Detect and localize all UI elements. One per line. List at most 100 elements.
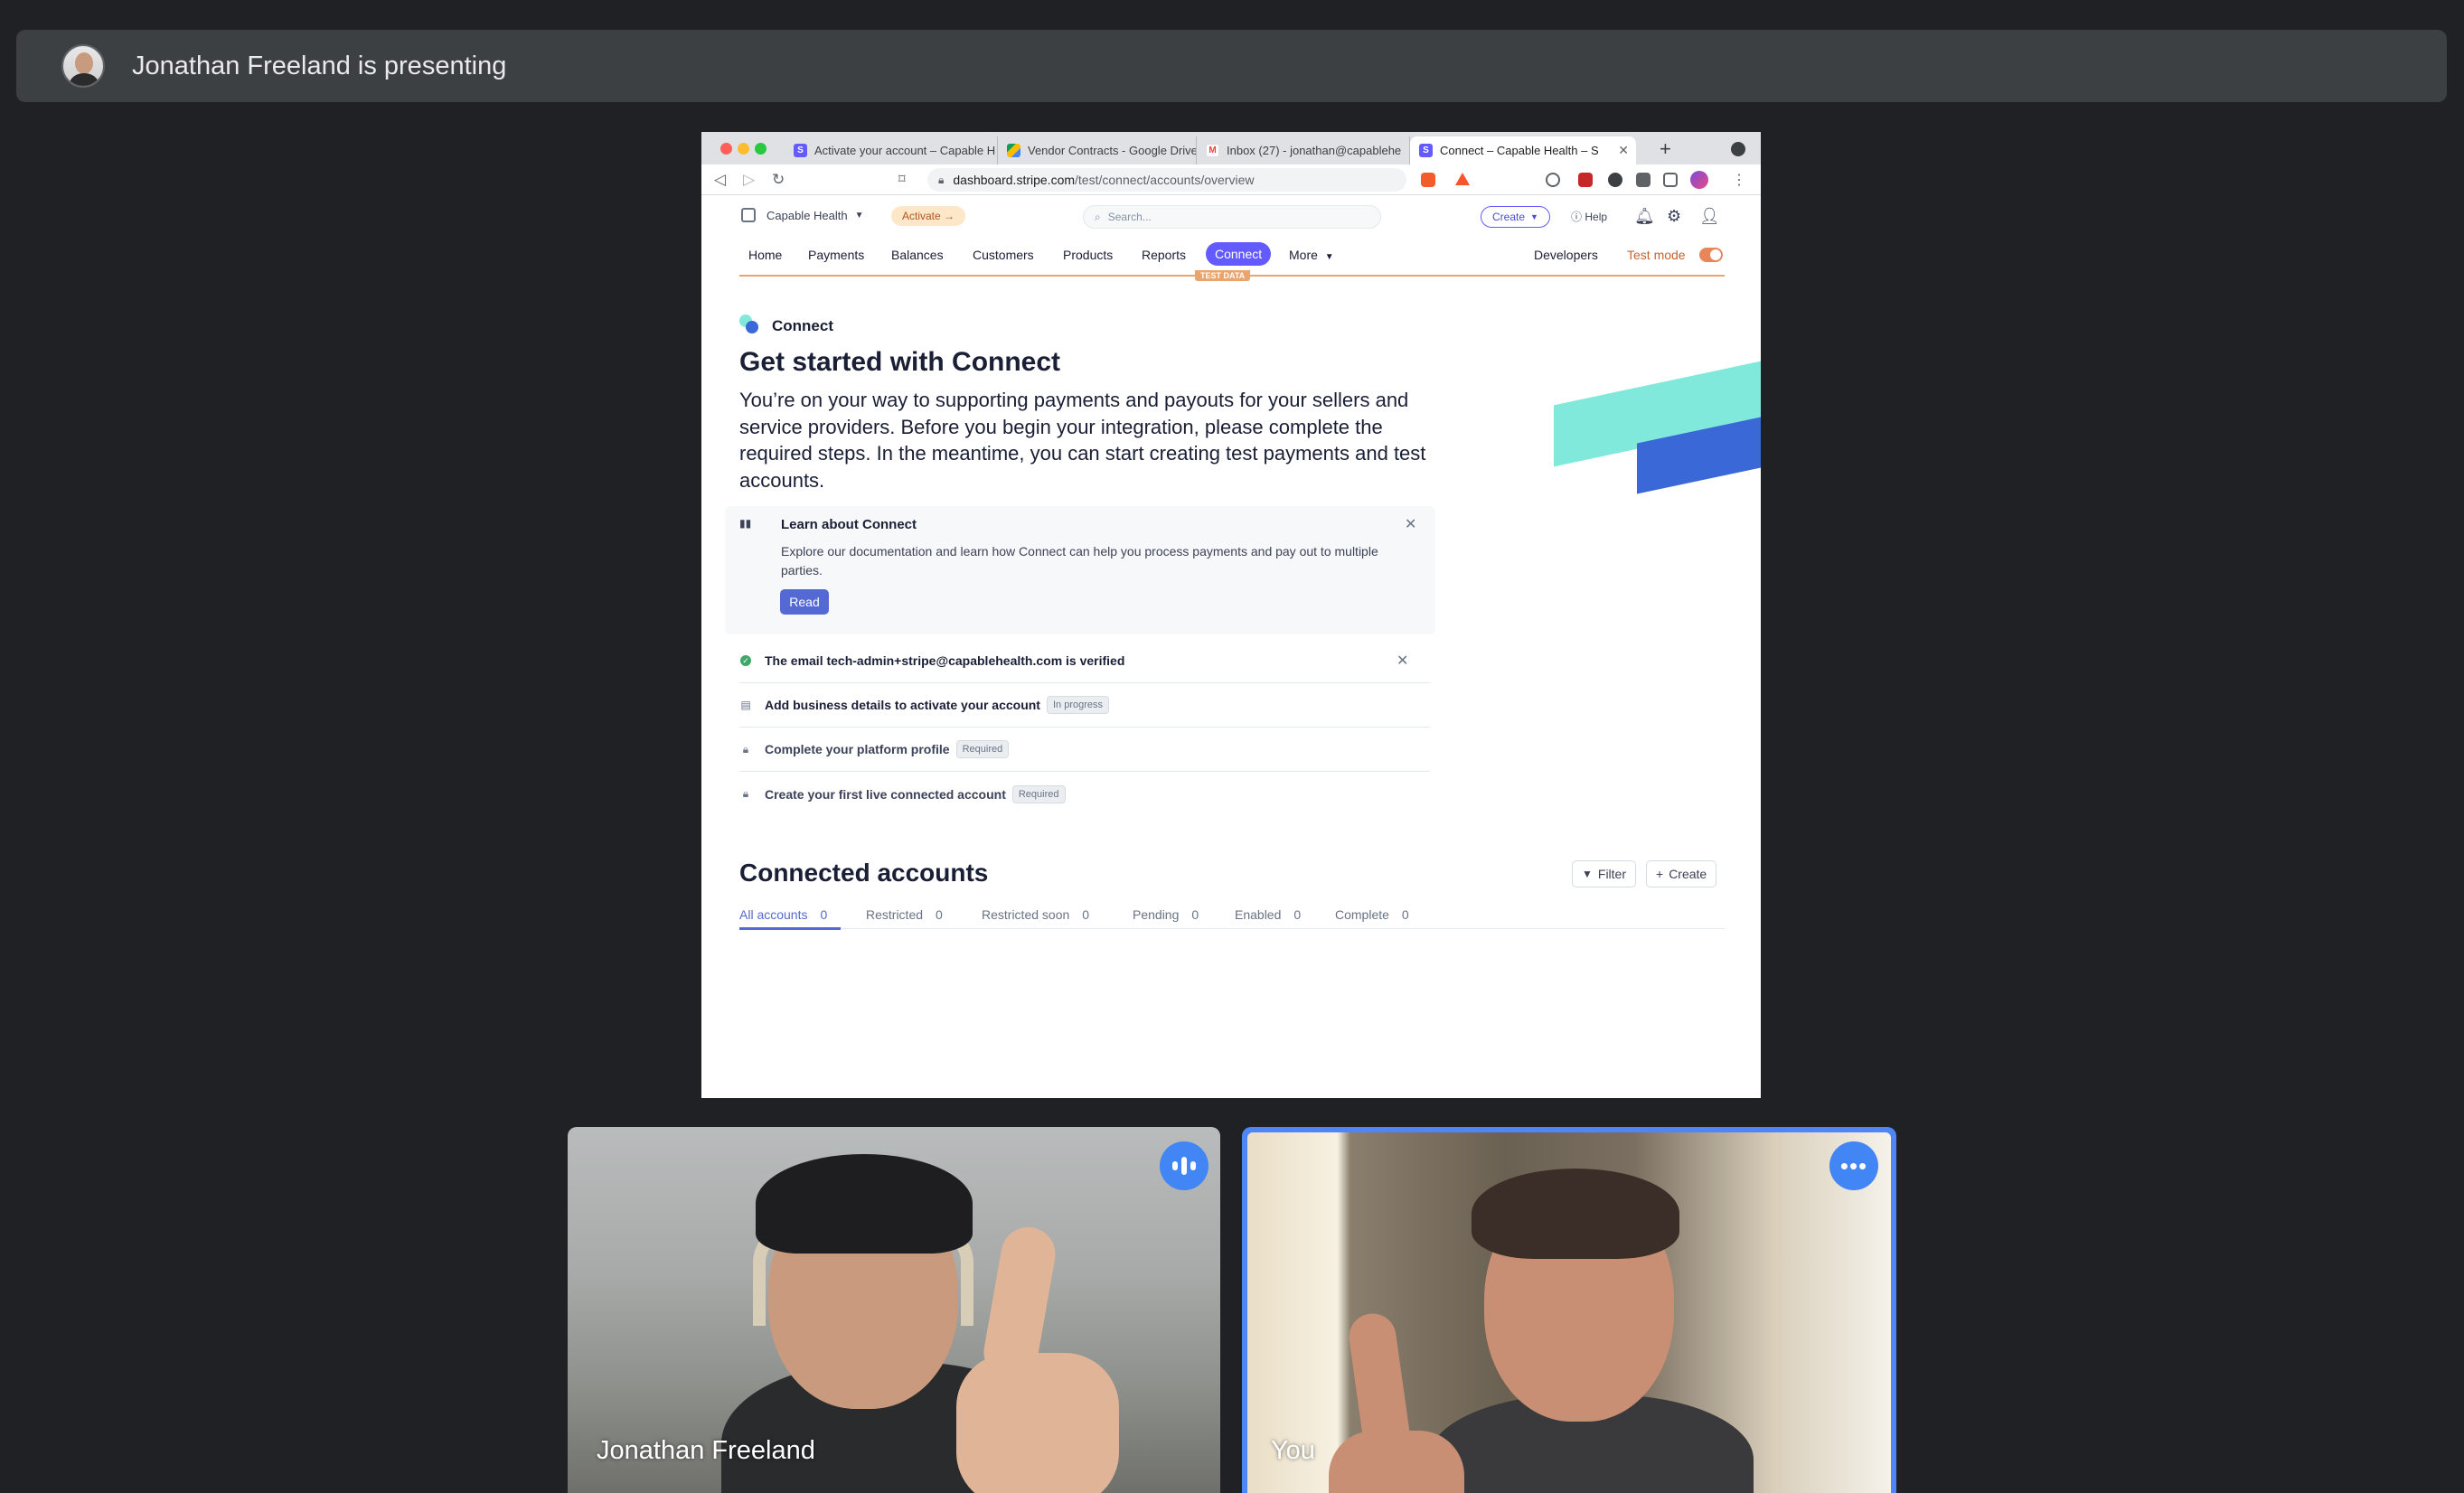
gear-icon[interactable]: ⚙: [1667, 207, 1681, 226]
nav-developers[interactable]: Developers: [1534, 248, 1598, 262]
read-button[interactable]: Read: [780, 589, 829, 615]
video-tile-self[interactable]: ••• You: [1242, 1127, 1896, 1493]
url-domain: dashboard.stripe.com: [953, 173, 1076, 187]
main-nav: Home Payments Balances Customers Product…: [701, 242, 1761, 269]
presenter-avatar: [61, 44, 105, 88]
tab-all-accounts[interactable]: All accounts 0: [739, 907, 827, 922]
create-account-button[interactable]: + Create: [1646, 860, 1717, 887]
create-label: Create: [1492, 211, 1526, 223]
speaking-indicator-icon: [1160, 1141, 1208, 1190]
brave-rewards-icon[interactable]: [1455, 173, 1470, 185]
page-title: Get started with Connect: [739, 347, 1061, 377]
stripe-icon: S: [794, 144, 807, 157]
status-badge: In progress: [1046, 696, 1109, 714]
tab-count: 0: [936, 907, 943, 922]
forward-icon[interactable]: ▷: [743, 171, 755, 189]
tab-label: Activate your account – Capable H: [814, 144, 996, 157]
address-bar[interactable]: 🔒︎ dashboard.stripe.com/test/connect/acc…: [927, 168, 1406, 192]
reload-icon[interactable]: ↻: [772, 171, 785, 189]
activate-button[interactable]: Activate →: [891, 206, 966, 226]
more-options-icon[interactable]: •••: [1829, 1141, 1878, 1190]
help-button[interactable]: ⓘ Help: [1571, 209, 1607, 224]
tab-label: Pending: [1133, 907, 1180, 922]
puzzle-extensions-icon[interactable]: [1636, 173, 1651, 187]
step-text: Add business details to activate your ac…: [765, 698, 1040, 712]
maximize-window-icon[interactable]: [755, 143, 766, 155]
search-input[interactable]: ⌕ Search...: [1083, 205, 1381, 229]
browser-tab-active[interactable]: S Connect – Capable Health – S ✕: [1410, 136, 1636, 164]
create-button[interactable]: Create ▼: [1481, 206, 1550, 228]
test-mode-toggle[interactable]: [1699, 248, 1723, 262]
learn-description: Explore our documentation and learn how …: [781, 544, 1378, 577]
nav-connect[interactable]: Connect: [1206, 242, 1272, 266]
brave-shield-icon[interactable]: [1421, 173, 1435, 187]
active-tab-underline: [739, 927, 841, 930]
tab-restricted[interactable]: Restricted 0: [866, 907, 943, 922]
tab-count: 0: [1191, 907, 1199, 922]
filter-label: Filter: [1597, 867, 1627, 881]
url-path: /test/connect/accounts/overview: [1075, 173, 1255, 187]
profile-avatar-icon[interactable]: [1690, 171, 1708, 189]
stripe-icon: S: [1419, 144, 1433, 157]
nav-products[interactable]: Products: [1063, 248, 1113, 262]
tab-restricted-soon[interactable]: Restricted soon 0: [982, 907, 1089, 922]
back-icon[interactable]: ◁: [714, 171, 726, 189]
new-tab-button[interactable]: +: [1660, 137, 1671, 161]
accounts-filter-tabs: All accounts 0 Restricted 0 Restricted soo…: [739, 900, 1725, 930]
minimize-window-icon[interactable]: [738, 143, 749, 155]
nav-home[interactable]: Home: [748, 248, 782, 262]
extension-icon[interactable]: [1608, 173, 1622, 187]
connect-logo-icon: [739, 315, 759, 334]
participant-name: Jonathan Freeland: [597, 1436, 815, 1465]
nav-more-label: More: [1289, 248, 1318, 262]
close-tab-icon[interactable]: ✕: [1618, 143, 1629, 158]
wallet-icon[interactable]: [1663, 173, 1678, 187]
tab-label: Vendor Contracts - Google Drive: [1028, 144, 1197, 157]
nav-customers[interactable]: Customers: [973, 248, 1034, 262]
browser-tab[interactable]: Vendor Contracts - Google Drive: [998, 136, 1197, 164]
tab-label: Restricted soon: [982, 907, 1070, 922]
account-switcher[interactable]: Capable Health ▼: [741, 208, 864, 222]
check-circle-icon: ✓: [740, 655, 751, 666]
nav-reports[interactable]: Reports: [1142, 248, 1186, 262]
setup-step[interactable]: ▤ Add business details to activate your …: [739, 683, 1430, 728]
video-tile-jonathan[interactable]: Jonathan Freeland: [568, 1127, 1220, 1493]
stripe-dashboard: Capable Health ▼ Activate → ⌕ Search... …: [701, 195, 1761, 1098]
meet-window: Jonathan Freeland is presenting S Activa…: [0, 0, 2464, 1493]
tab-pending[interactable]: Pending 0: [1133, 907, 1199, 922]
presenting-text: Jonathan Freeland is presenting: [132, 51, 507, 80]
intro-text: You’re on your way to supporting payment…: [739, 389, 1426, 492]
ublock-icon[interactable]: [1578, 173, 1593, 187]
help-label: Help: [1585, 211, 1608, 223]
lock-icon: 🔒︎: [742, 742, 749, 756]
tab-enabled[interactable]: Enabled 0: [1235, 907, 1301, 922]
filter-button[interactable]: ▼ Filter: [1572, 860, 1637, 887]
bell-icon[interactable]: 🔔︎: [1634, 207, 1655, 226]
step-text: Complete your platform profile: [765, 742, 950, 756]
tab-search-icon[interactable]: [1731, 142, 1745, 156]
step-text: Create your first live connected account: [765, 786, 1006, 802]
close-icon[interactable]: ✕: [1405, 515, 1416, 533]
book-icon: ▮▮: [739, 517, 752, 530]
test-mode-label: Test mode: [1627, 248, 1686, 262]
setup-step: ✓ The email tech-admin+stripe@capablehea…: [739, 639, 1430, 683]
tab-label: Inbox (27) - jonathan@capablehe: [1227, 144, 1402, 157]
nav-payments[interactable]: Payments: [808, 248, 864, 262]
chevron-down-icon: ▼: [1530, 212, 1538, 221]
cap: [756, 1154, 973, 1254]
browser-tab[interactable]: S Activate your account – Capable H: [785, 136, 998, 164]
close-window-icon[interactable]: [720, 143, 732, 155]
shared-browser-window: S Activate your account – Capable H Vend…: [701, 132, 1761, 1098]
bookmark-icon[interactable]: ⌑: [898, 171, 906, 187]
password-manager-icon[interactable]: [1546, 173, 1560, 187]
nav-more[interactable]: More ▼: [1289, 248, 1334, 262]
nav-balances[interactable]: Balances: [891, 248, 944, 262]
tab-label: All accounts: [739, 907, 808, 922]
plus-icon: +: [1656, 867, 1664, 881]
tab-complete[interactable]: Complete 0: [1335, 907, 1409, 922]
browser-menu-icon[interactable]: ⋮: [1732, 171, 1746, 189]
user-icon[interactable]: 👤︎: [1699, 207, 1720, 226]
browser-tab[interactable]: M Inbox (27) - jonathan@capablehe: [1197, 136, 1410, 164]
close-icon[interactable]: ✕: [1397, 652, 1408, 670]
tab-label: Restricted: [866, 907, 924, 922]
